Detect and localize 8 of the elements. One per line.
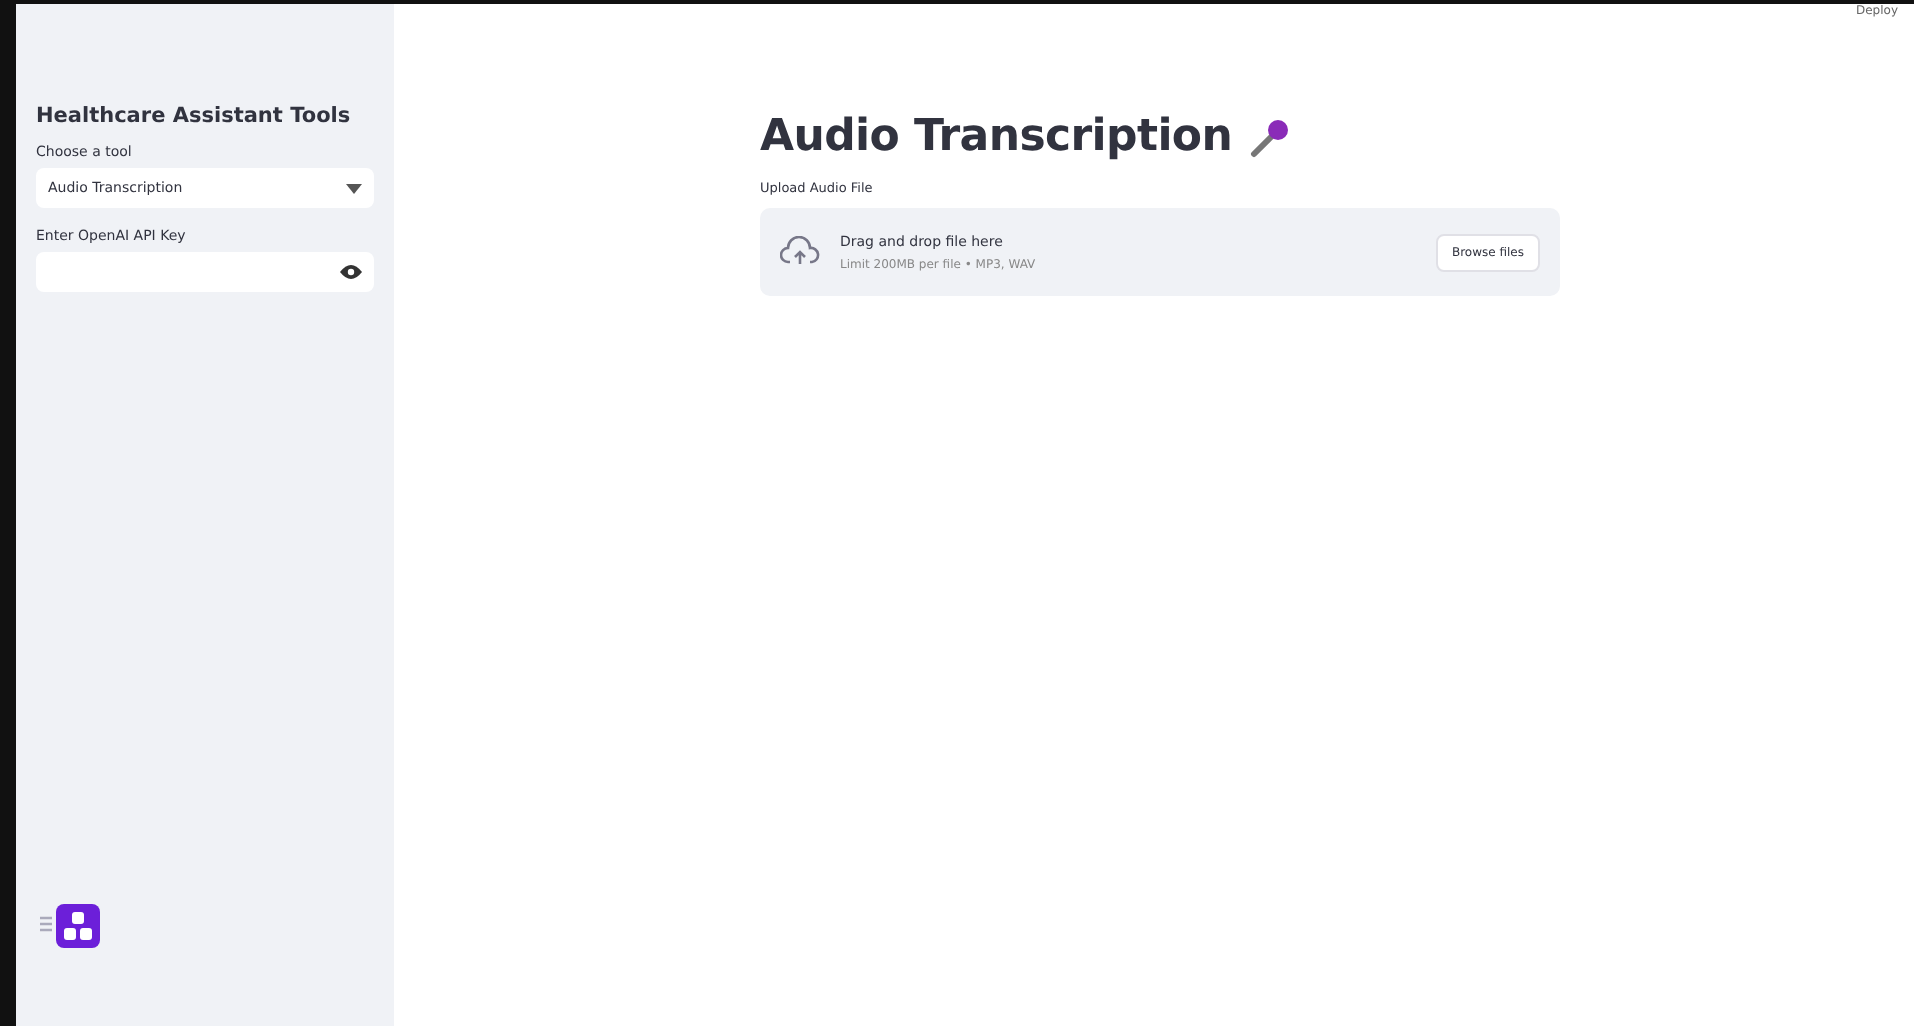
sidebar-title: Healthcare Assistant Tools [36,104,353,128]
page-title: Audio Transcription [760,112,1233,162]
microphone-icon [1248,115,1293,159]
cloud-upload-icon [780,236,820,268]
app-logo-icon[interactable] [36,902,104,950]
eye-icon[interactable] [340,264,362,280]
caret-icon [346,183,362,193]
api-key-field[interactable] [36,252,374,292]
